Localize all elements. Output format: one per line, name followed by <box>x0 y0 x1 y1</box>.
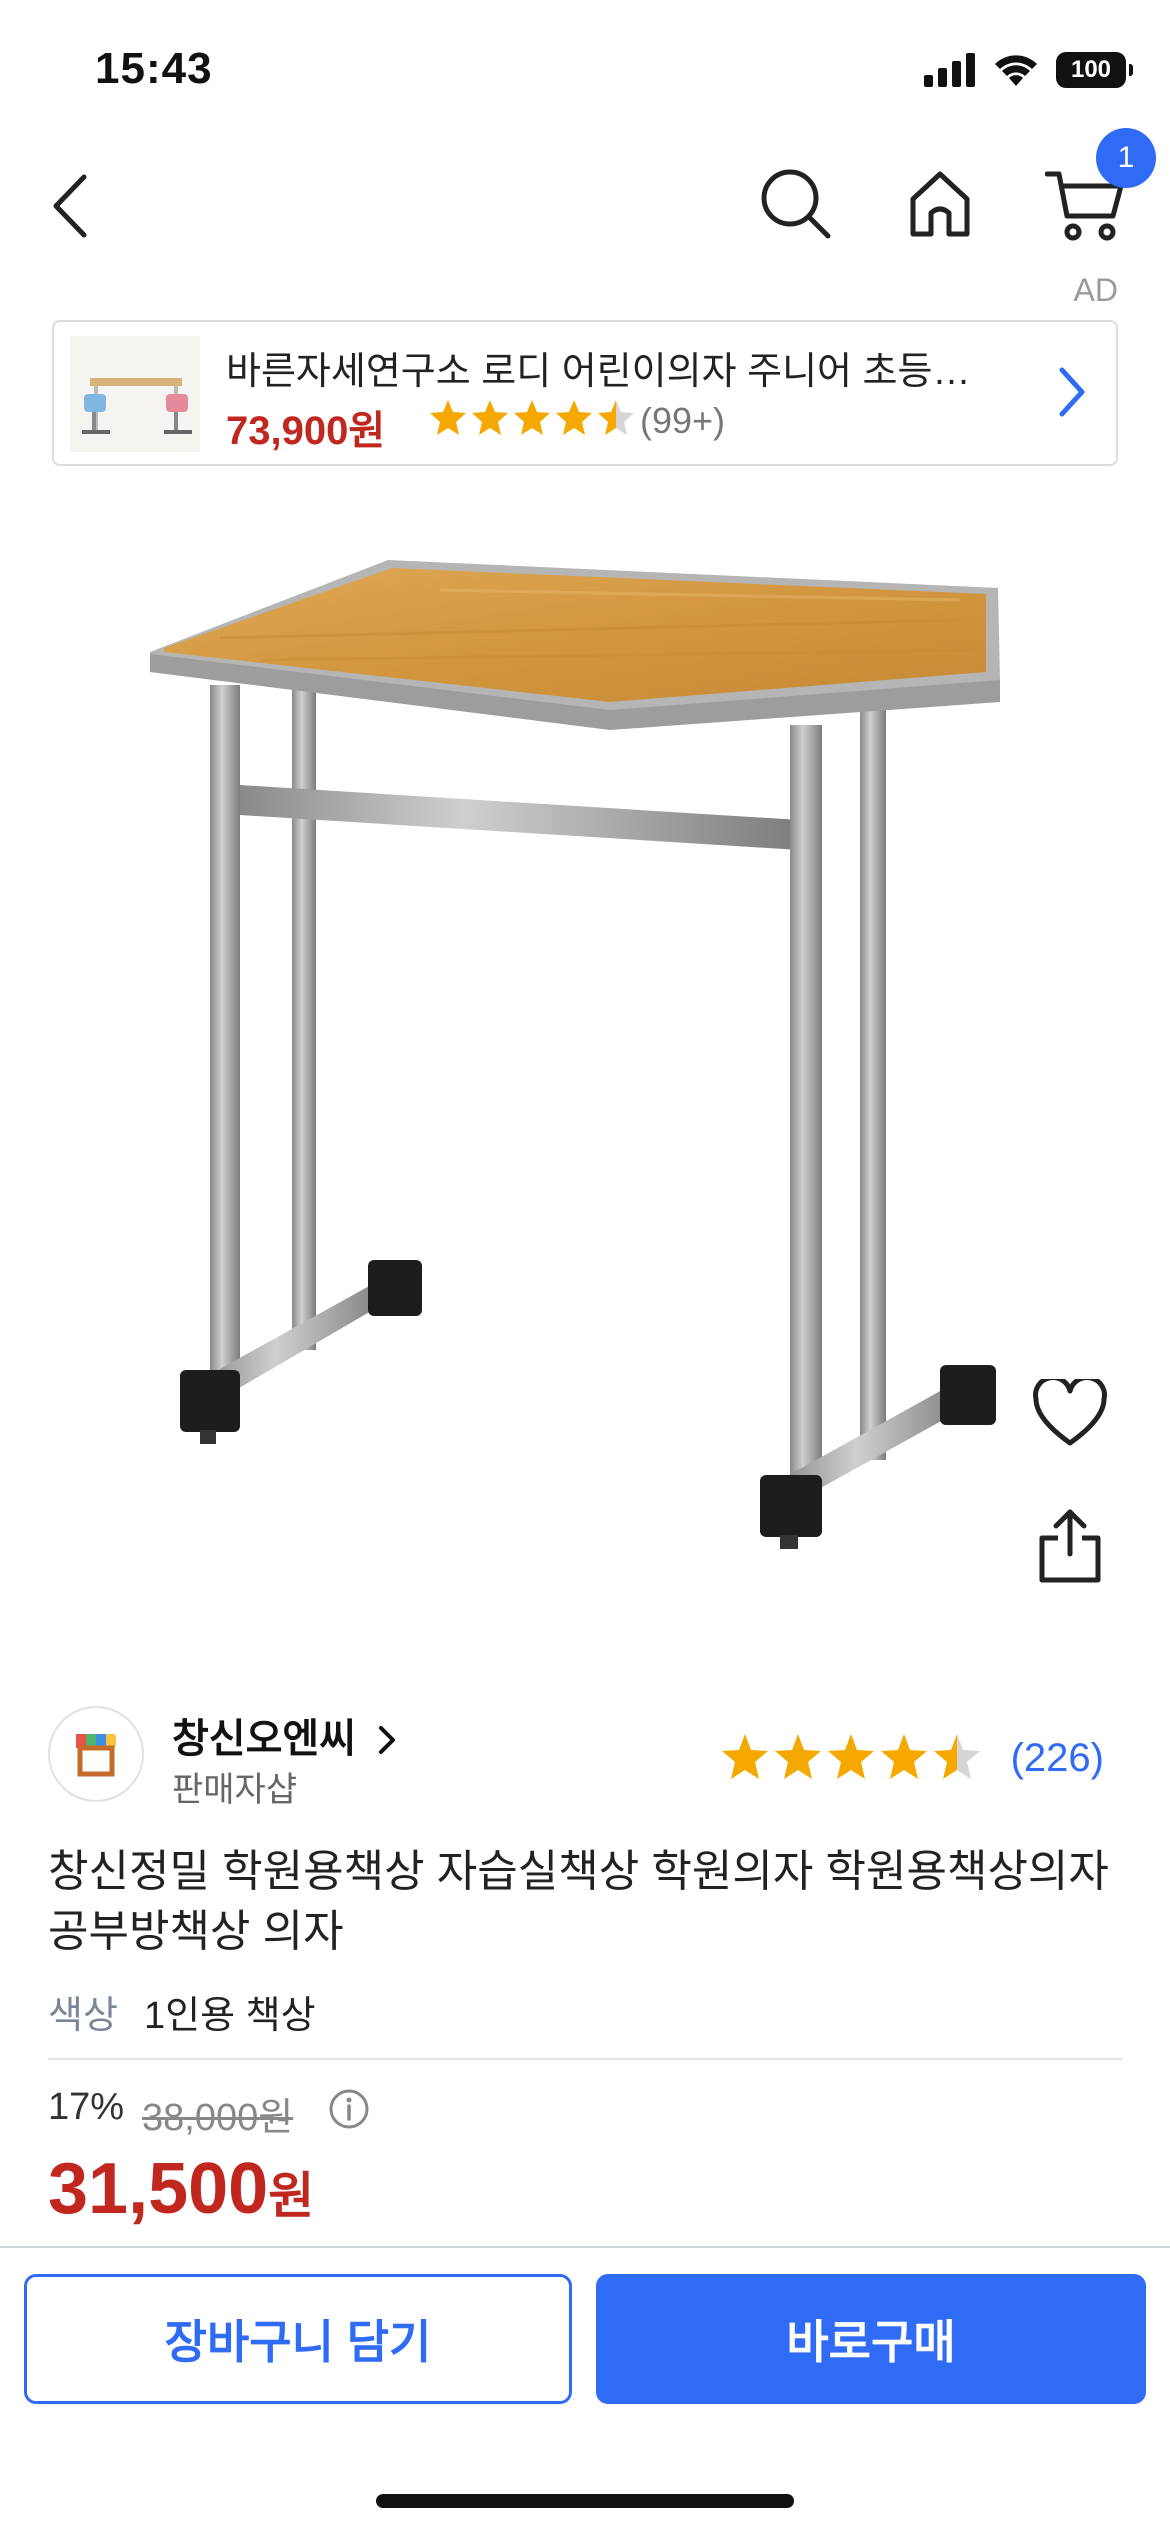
bottom-action-bar: 장바구니 담기 바로구매 <box>0 2246 1170 2534</box>
sale-price: 31,500원 <box>48 2148 314 2230</box>
sale-price-number: 31,500 <box>48 2149 269 2229</box>
share-icon <box>1039 1509 1101 1583</box>
seller-logo[interactable] <box>48 1706 144 1802</box>
heart-icon <box>1033 1379 1107 1446</box>
ad-rating-stars <box>428 398 638 438</box>
ad-title: 바른자세연구소 로디 어린이의자 주니어 초등… <box>226 351 971 393</box>
option-value[interactable]: 1인용 책상 <box>144 1984 316 2039</box>
back-icon <box>53 174 87 238</box>
seller-name: 창신오엔씨 <box>172 1717 356 1761</box>
ad-label: AD <box>1073 272 1118 308</box>
seller-name-link[interactable]: 창신오엔씨 <box>172 1706 397 1764</box>
search-button[interactable] <box>756 164 836 244</box>
ad-banner[interactable]: 바른자세연구소 로디 어린이의자 주니어 초등… 73,900원 (99+) <box>52 320 1118 466</box>
option-label: 색상 <box>48 1995 118 2037</box>
cart-badge: 1 <box>1096 128 1156 188</box>
info-icon[interactable] <box>328 2088 370 2130</box>
product-image[interactable] <box>140 560 1040 1580</box>
ad-thumbnail <box>70 336 200 452</box>
original-price: 38,000원 <box>142 2097 294 2139</box>
ad-price: 73,900원 <box>226 409 386 453</box>
product-rating-stars <box>720 1732 984 1782</box>
product-review-count[interactable]: (226) <box>1011 1736 1104 1781</box>
home-indicator[interactable] <box>376 2494 794 2508</box>
share-button[interactable] <box>1028 1506 1112 1586</box>
status-icons: 100 <box>924 52 1133 88</box>
chevron-right-icon <box>379 1726 396 1754</box>
status-time: 15:43 <box>95 44 213 93</box>
product-title: 창신정밀 학원용책상 자습실책상 학원의자 학원용책상의자 공부방책상 의자 <box>48 1847 1109 1956</box>
search-icon <box>761 169 831 239</box>
chevron-right-icon <box>1059 367 1085 417</box>
back-button[interactable] <box>40 166 100 246</box>
sale-price-unit: 원 <box>268 2168 315 2224</box>
battery-icon: 100 <box>1056 52 1133 88</box>
wishlist-button[interactable] <box>1024 1370 1116 1456</box>
add-to-cart-button[interactable]: 장바구니 담기 <box>24 2274 572 2404</box>
discount-rate: 17% <box>48 2086 125 2128</box>
seller-subtitle: 판매자샵 <box>172 1771 298 1809</box>
store-icon <box>76 1734 116 1777</box>
divider <box>48 2058 1122 2060</box>
home-button[interactable] <box>900 164 980 244</box>
signal-icon <box>924 53 975 87</box>
home-icon <box>910 171 970 237</box>
wifi-icon <box>995 55 1037 86</box>
cart-button[interactable]: 1 <box>1042 128 1156 246</box>
ad-review-count: (99+) <box>640 400 726 441</box>
buy-now-button[interactable]: 바로구매 <box>596 2274 1146 2404</box>
